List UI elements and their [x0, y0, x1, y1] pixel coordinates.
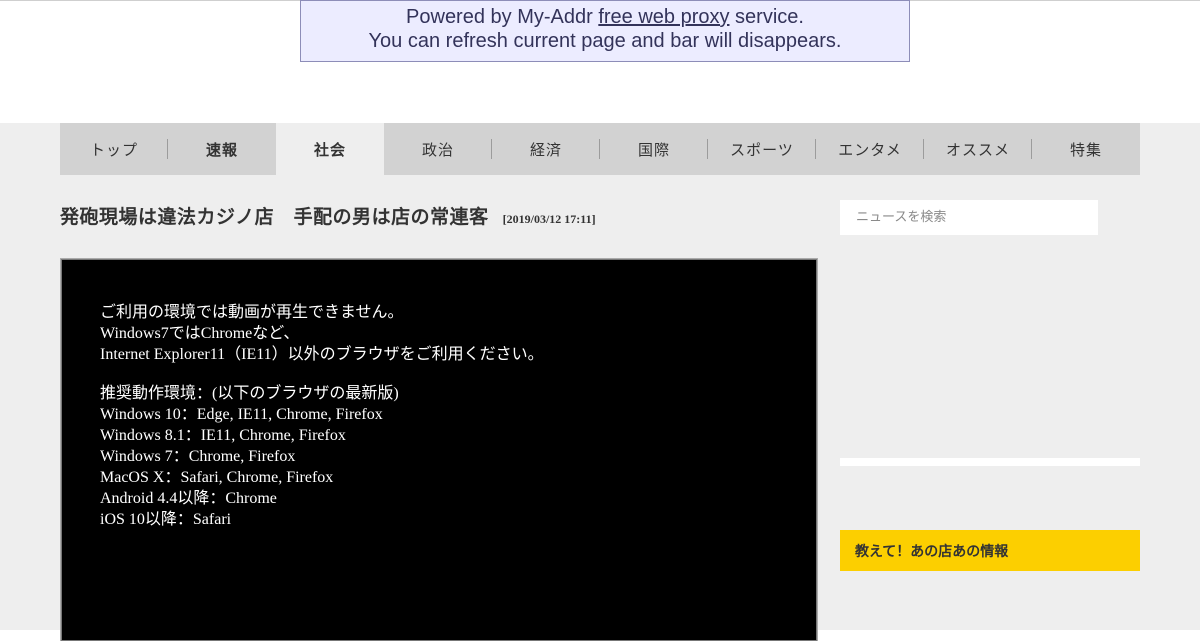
nav-item-economy[interactable]: 経済	[492, 123, 600, 175]
news-search-input[interactable]	[840, 200, 1098, 235]
nav-item-label: スポーツ	[730, 140, 794, 159]
message-line: Windows 10：Edge, IE11, Chrome, Firefox	[100, 406, 383, 423]
nav-item-label: 経済	[529, 140, 562, 159]
message-line: Windows7ではChromeなど、	[100, 325, 300, 342]
nav-item-label: 政治	[421, 140, 454, 159]
proxy-notice-line1: Powered by My-Addr free web proxy servic…	[301, 5, 909, 29]
message-line: ご利用の環境では動画が再生できません。	[100, 304, 404, 321]
main-nav: トップ 速報 社会 政治 経済 国際 スポーツ エンタメ オススメ 特集	[60, 123, 1140, 175]
nav-item-international[interactable]: 国際	[600, 123, 708, 175]
video-player[interactable]: ご利用の環境では動画が再生できません。 Windows7ではChromeなど、 …	[61, 259, 817, 641]
nav-item-label: 特集	[1069, 140, 1102, 159]
nav-item-label: 速報	[205, 140, 238, 159]
proxy-notice-line2: You can refresh current page and bar wil…	[368, 30, 842, 52]
nav-item-top[interactable]: トップ	[60, 123, 168, 175]
proxy-suffix-text: service.	[729, 6, 804, 28]
nav-item-breaking[interactable]: 速報	[168, 123, 276, 175]
nav-item-label: 国際	[637, 140, 670, 159]
message-line: Windows 7：Chrome, Firefox	[100, 448, 296, 465]
article-timestamp: [2019/03/12 17:11]	[502, 212, 596, 226]
message-line: iOS 10以降：Safari	[100, 511, 232, 528]
message-line: Internet Explorer11（IE11）以外のブラウザをご利用ください…	[100, 346, 544, 363]
nav-item-politics[interactable]: 政治	[384, 123, 492, 175]
proxy-notice-bar: Powered by My-Addr free web proxy servic…	[300, 0, 910, 62]
nav-item-features[interactable]: 特集	[1032, 123, 1140, 175]
video-unsupported-message: ご利用の環境では動画が再生できません。 Windows7ではChromeなど、 …	[100, 302, 544, 530]
message-line: Windows 8.1：IE11, Chrome, Firefox	[100, 427, 346, 444]
message-line: Android 4.4以降：Chrome	[100, 490, 277, 507]
nav-item-label: エンタメ	[838, 140, 902, 159]
nav-item-sports[interactable]: スポーツ	[708, 123, 816, 175]
nav-item-society[interactable]: 社会	[276, 123, 384, 175]
nav-item-label: 社会	[313, 140, 346, 159]
free-web-proxy-link[interactable]: free web proxy	[598, 6, 729, 28]
promo-banner-title: 教えて！あの店あの情報	[855, 543, 1009, 560]
message-gap	[100, 365, 544, 383]
nav-item-label: トップ	[89, 140, 138, 159]
promo-banner[interactable]: 教えて！あの店あの情報	[840, 530, 1140, 571]
proxy-prefix-text: Powered by My-Addr	[406, 6, 599, 28]
nav-item-recommended[interactable]: オススメ	[924, 123, 1032, 175]
message-line: 推奨動作環境：(以下のブラウザの最新版)	[100, 385, 399, 402]
nav-item-entertainment[interactable]: エンタメ	[816, 123, 924, 175]
article-header: 発砲現場は違法カジノ店 手配の男は店の常連客 [2019/03/12 17:11…	[60, 202, 820, 229]
article-headline: 発砲現場は違法カジノ店 手配の男は店の常連客	[60, 206, 489, 228]
sidebar-divider	[840, 458, 1140, 466]
message-line: MacOS X：Safari, Chrome, Firefox	[100, 469, 334, 486]
nav-item-label: オススメ	[945, 140, 1010, 159]
